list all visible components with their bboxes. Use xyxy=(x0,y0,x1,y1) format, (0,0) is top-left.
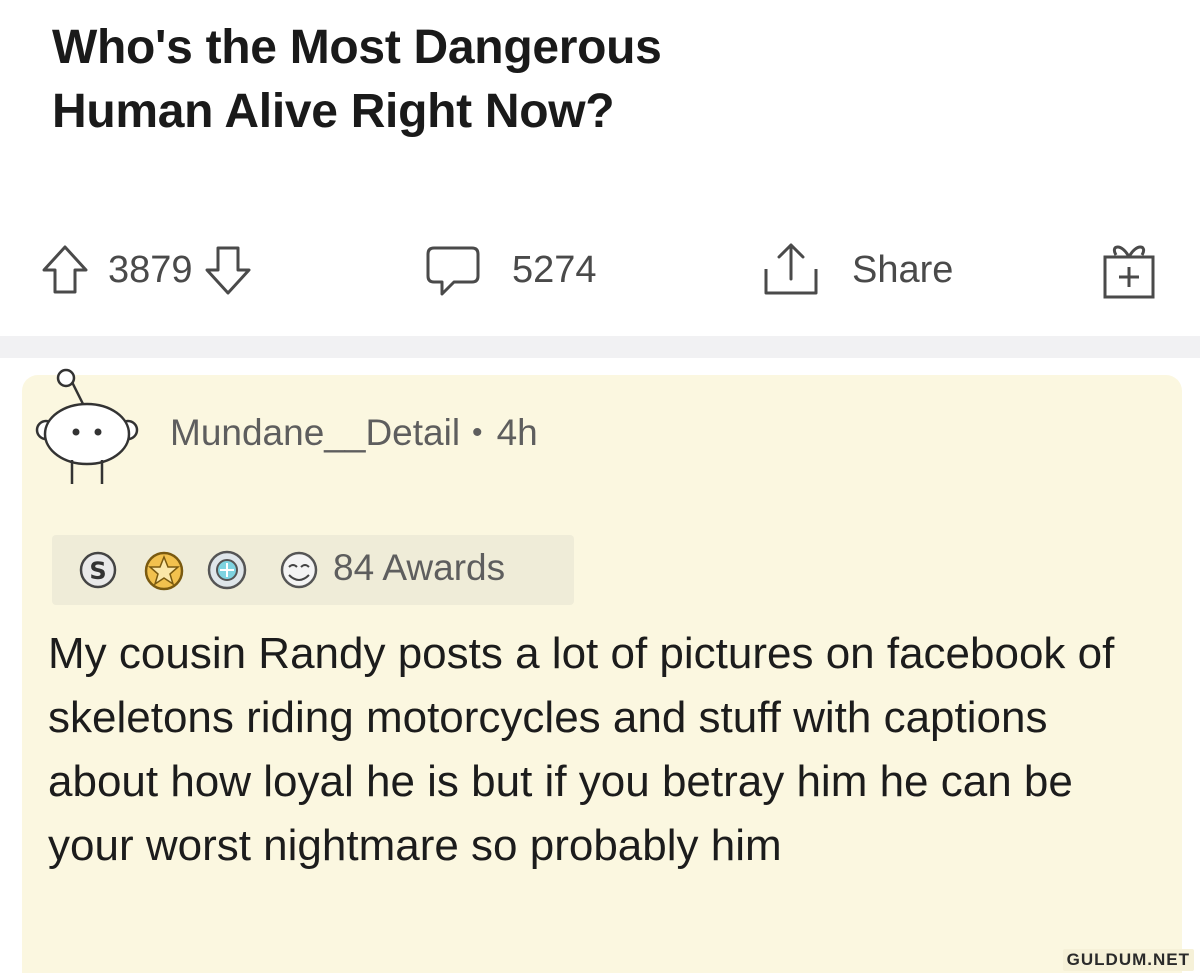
post-title-line1: Who's the Most Dangerous xyxy=(52,21,662,74)
gift-award-icon xyxy=(1100,239,1158,301)
share-icon xyxy=(760,241,822,299)
section-divider xyxy=(0,336,1200,358)
share-button[interactable]: Share xyxy=(760,240,953,300)
awards-count: 84 Awards xyxy=(333,547,506,588)
wholesome-award-icon xyxy=(274,547,324,598)
svg-text:S: S xyxy=(89,557,106,585)
comment-bubble-icon xyxy=(424,242,482,298)
post-action-bar: 3879 5274 Share xyxy=(0,240,1200,310)
post-title: Who's the Most Dangerous Human Alive Rig… xyxy=(52,16,1052,144)
give-award-button[interactable] xyxy=(1100,240,1158,300)
comment-meta: Mundane__Detail • 4h xyxy=(170,412,538,454)
upvote-arrow-icon[interactable] xyxy=(40,242,90,298)
watermark-logo: GULDUM.NET xyxy=(1062,949,1194,971)
post-title-line2: Human Alive Right Now? xyxy=(52,85,615,138)
share-label: Share xyxy=(852,248,954,291)
platinum-award-icon xyxy=(204,547,250,598)
comment-age: 4h xyxy=(496,412,538,453)
vote-control: 3879 xyxy=(40,240,253,300)
downvote-arrow-icon[interactable] xyxy=(203,242,253,298)
silver-award-icon: S xyxy=(76,547,120,598)
comment-count: 5274 xyxy=(512,248,597,291)
snoo-avatar-icon[interactable] xyxy=(32,360,142,495)
comments-button[interactable]: 5274 xyxy=(424,240,597,300)
gold-award-icon xyxy=(140,547,188,598)
comment-body: My cousin Randy posts a lot of pictures … xyxy=(48,629,1115,870)
comment-username[interactable]: Mundane__Detail xyxy=(170,412,460,454)
upvote-count: 3879 xyxy=(108,248,193,291)
meta-separator: • xyxy=(472,416,483,449)
